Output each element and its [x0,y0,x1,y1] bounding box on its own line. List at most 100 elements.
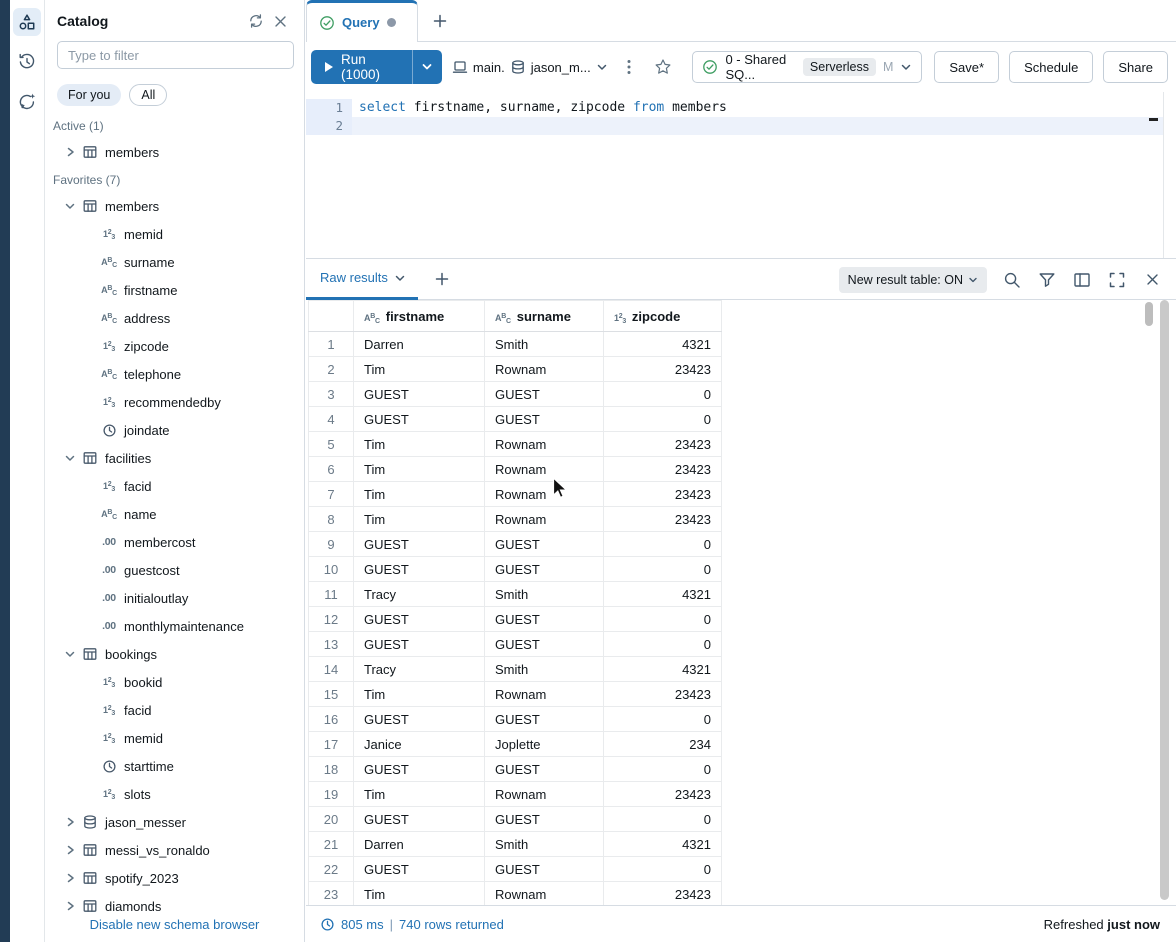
table-cell[interactable]: 0 [604,707,722,732]
catalog-tree-item[interactable]: .00membercost [45,528,304,556]
table-cell[interactable]: Rownam [485,357,604,382]
table-cell[interactable]: GUEST [485,407,604,432]
catalog-tree-item[interactable]: spotify_2023 [45,864,304,892]
table-cell[interactable]: Darren [354,832,485,857]
row-number[interactable]: 5 [309,432,354,457]
table-cell[interactable]: 23423 [604,482,722,507]
chevron-right-icon[interactable] [61,841,79,859]
table-cell[interactable]: Tim [354,432,485,457]
row-number[interactable]: 8 [309,507,354,532]
table-cell[interactable]: GUEST [485,757,604,782]
row-number[interactable]: 23 [309,882,354,906]
table-cell[interactable]: 4321 [604,657,722,682]
table-cell[interactable]: Tim [354,357,485,382]
close-panel-icon[interactable] [268,9,292,33]
table-cell[interactable]: Tim [354,682,485,707]
table-cell[interactable]: 0 [604,532,722,557]
table-cell[interactable]: GUEST [354,632,485,657]
table-cell[interactable]: 4321 [604,582,722,607]
table-cell[interactable]: Smith [485,657,604,682]
table-cell[interactable]: 0 [604,607,722,632]
table-cell[interactable]: Tim [354,482,485,507]
table-cell[interactable]: Smith [485,582,604,607]
row-number[interactable]: 22 [309,857,354,882]
row-number[interactable]: 13 [309,632,354,657]
catalog-tree-item[interactable]: 123bookid [45,668,304,696]
table-cell[interactable]: Darren [354,332,485,357]
new-result-table-toggle[interactable]: New result table: ON [839,267,987,293]
table-cell[interactable]: 23423 [604,357,722,382]
chevron-right-icon[interactable] [61,869,79,887]
catalog-tree-item[interactable]: ABCaddress [45,304,304,332]
catalog-tree-item[interactable]: facilities [45,444,304,472]
table-cell[interactable]: GUEST [354,607,485,632]
history-icon[interactable] [13,48,41,76]
table-cell[interactable]: 0 [604,857,722,882]
chevron-right-icon[interactable] [61,897,79,915]
catalog-filter-input[interactable] [57,41,294,69]
catalog-tree-item[interactable]: .00initialoutlay [45,584,304,612]
new-tab-icon[interactable] [428,9,452,33]
row-number[interactable]: 12 [309,607,354,632]
table-cell[interactable]: GUEST [354,382,485,407]
table-cell[interactable]: GUEST [354,707,485,732]
row-number[interactable]: 18 [309,757,354,782]
catalog-tree-item[interactable]: ABCtelephone [45,360,304,388]
table-cell[interactable]: GUEST [485,382,604,407]
catalog-tree-item[interactable]: members [45,138,304,166]
table-cell[interactable]: 23423 [604,782,722,807]
row-number[interactable]: 20 [309,807,354,832]
pill-all[interactable]: All [129,84,167,106]
table-cell[interactable]: Rownam [485,882,604,906]
table-cell[interactable]: GUEST [354,532,485,557]
warehouse-selector[interactable]: 0 - Shared SQ... Serverless M [692,51,922,83]
row-number[interactable]: 11 [309,582,354,607]
table-cell[interactable]: GUEST [485,632,604,657]
sql-editor[interactable]: 1select firstname, surname, zipcode from… [306,92,1164,258]
table-cell[interactable]: 0 [604,807,722,832]
table-cell[interactable]: 4321 [604,832,722,857]
catalog-tree-item[interactable]: jason_messer [45,808,304,836]
catalog-tree-item[interactable]: .00monthlymaintenance [45,612,304,640]
catalog-tree-item[interactable]: 123slots [45,780,304,808]
favorite-star-icon[interactable] [651,54,674,80]
catalog-tree-item[interactable]: ABCname [45,500,304,528]
catalog-tree-item[interactable]: 123facid [45,472,304,500]
side-panel-icon[interactable] [1072,270,1092,290]
table-cell[interactable]: Rownam [485,682,604,707]
row-number[interactable]: 21 [309,832,354,857]
table-cell[interactable]: 0 [604,407,722,432]
catalog-tree-item[interactable]: ABCfirstname [45,276,304,304]
table-cell[interactable]: GUEST [485,807,604,832]
chevron-down-icon[interactable] [61,197,79,215]
row-number[interactable]: 2 [309,357,354,382]
catalog-tree-item[interactable]: starttime [45,752,304,780]
table-scrollbar-thumb[interactable] [1145,302,1153,326]
table-cell[interactable]: GUEST [354,857,485,882]
refresh-icon[interactable] [244,9,268,33]
save-button[interactable]: Save* [934,51,999,83]
table-cell[interactable]: 23423 [604,457,722,482]
catalog-tree-item[interactable]: 123memid [45,220,304,248]
table-cell[interactable]: 0 [604,557,722,582]
catalog-tree-item[interactable]: members [45,192,304,220]
table-cell[interactable]: Rownam [485,482,604,507]
table-cell[interactable]: 23423 [604,882,722,906]
catalog-tree-item[interactable]: 123zipcode [45,332,304,360]
execution-stats[interactable]: 805 ms | 740 rows returned [320,917,504,932]
table-cell[interactable]: 23423 [604,682,722,707]
table-cell[interactable]: Smith [485,832,604,857]
column-header-zipcode[interactable]: 123zipcode [604,301,722,332]
table-cell[interactable]: GUEST [485,707,604,732]
pill-for-you[interactable]: For you [57,84,121,106]
code-line[interactable]: 2 [306,117,1163,135]
table-cell[interactable]: 4321 [604,332,722,357]
chevron-down-icon[interactable] [61,449,79,467]
table-cell[interactable]: 0 [604,632,722,657]
table-cell[interactable]: GUEST [485,607,604,632]
row-number[interactable]: 17 [309,732,354,757]
table-cell[interactable]: Tim [354,882,485,906]
run-button[interactable]: Run (1000) [311,50,442,84]
row-number[interactable]: 4 [309,407,354,432]
raw-results-tab[interactable]: Raw results [306,259,418,300]
